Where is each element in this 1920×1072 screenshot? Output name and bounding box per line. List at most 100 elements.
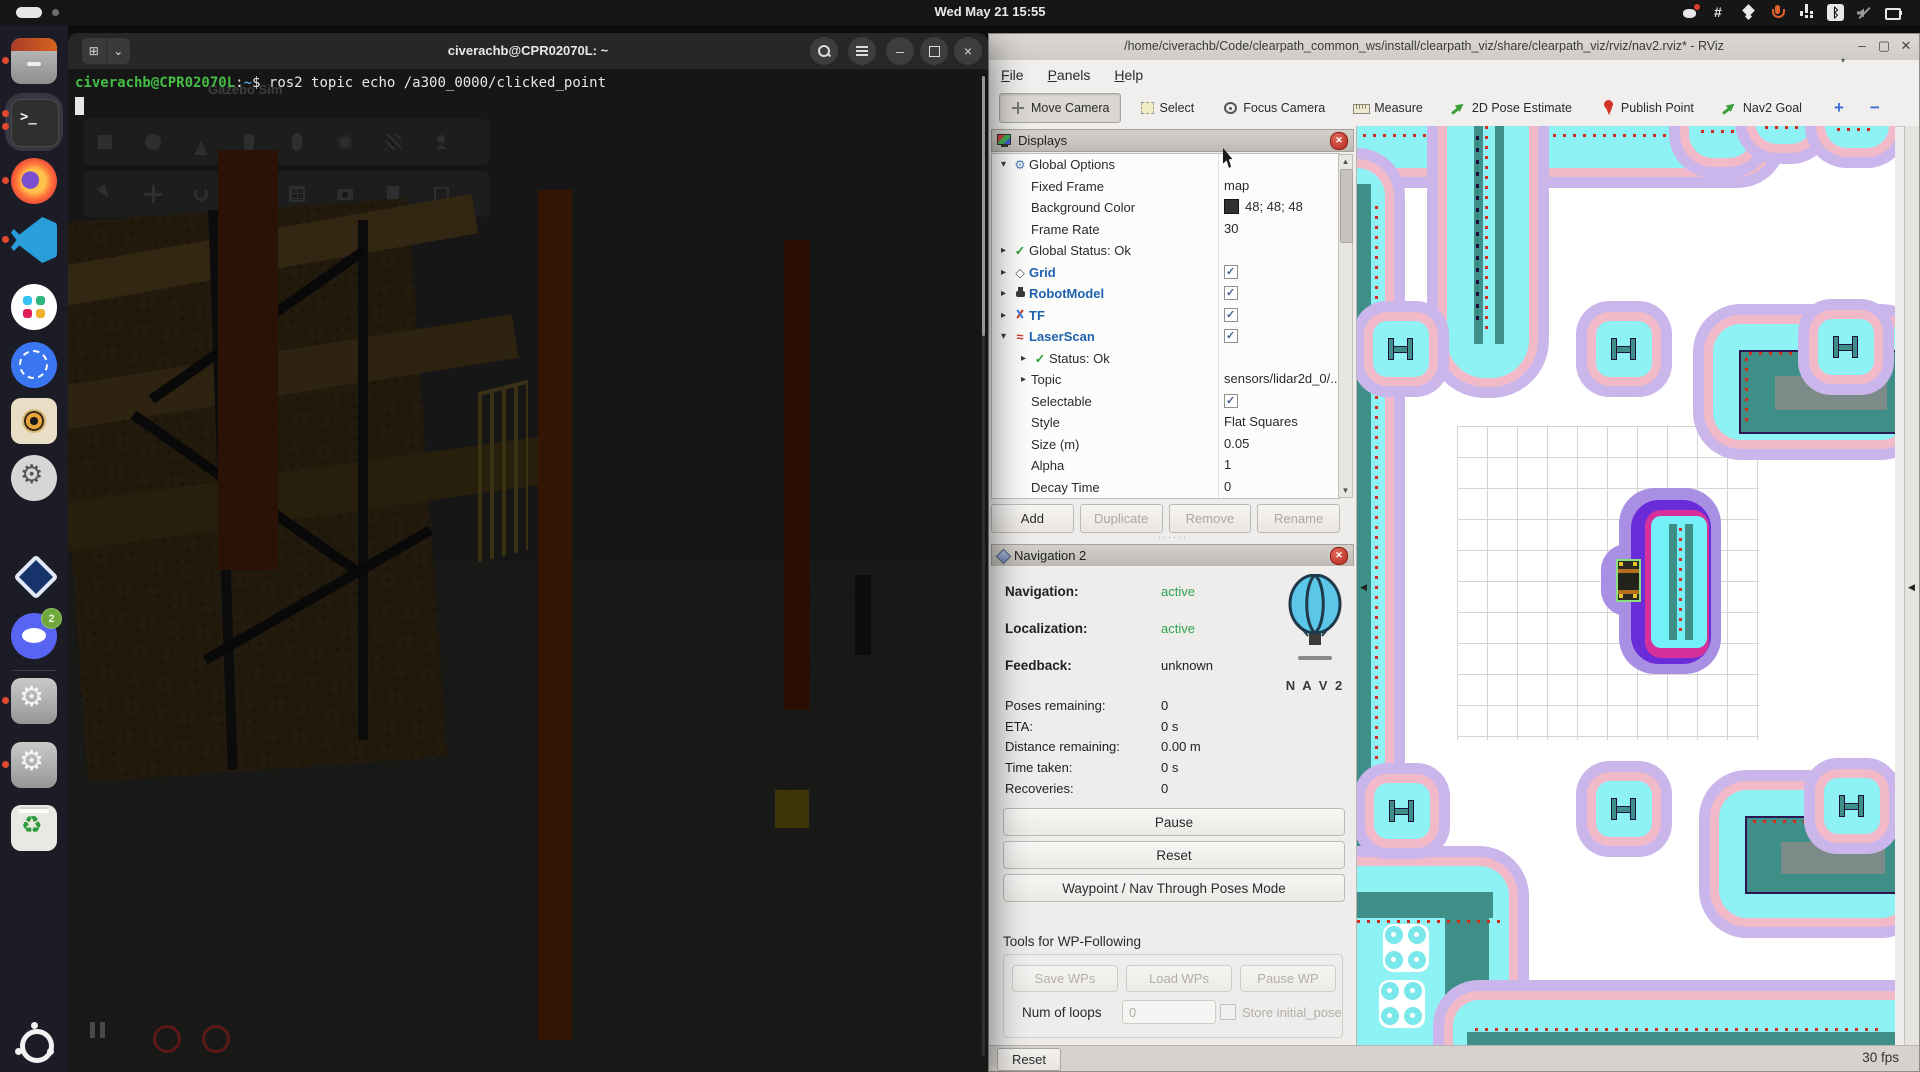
search-button[interactable] [810,37,838,65]
display-row-value[interactable]: 1 [1224,457,1231,472]
expander-closed-icon[interactable]: ▸ [1016,374,1031,385]
reset-button[interactable]: Reset [1003,841,1345,869]
displays-scrollbar[interactable]: ▲ ▼ [1338,154,1353,498]
terminal-window[interactable]: ⊞ ⌄ civerachb@CPR02070L: ~ – × Gazebo Si… [68,33,988,1072]
displays-scrollbar-thumb[interactable] [1340,169,1353,243]
dock-item-slack[interactable] [11,284,57,330]
workspace-dot[interactable] [52,9,59,16]
rviz-close-button[interactable]: ✕ [1897,38,1915,54]
display-row-value[interactable]: 0.05 [1224,436,1249,451]
tool-move-camera[interactable]: Move Camera [999,93,1121,123]
tool-nav2-goal[interactable]: Nav2 Goal [1712,94,1812,122]
menu-help[interactable]: Help [1114,67,1143,83]
dock-item-virtualbox[interactable] [11,552,57,598]
display-row[interactable]: Fixed Frame [992,176,1340,198]
display-row[interactable]: ▸◇Grid [992,262,1340,284]
checkbox-checked[interactable] [1224,286,1238,300]
dropbox-icon[interactable] [1740,4,1757,21]
menu-file[interactable]: File [1001,67,1024,83]
rviz-menubar[interactable]: File Panels Help [989,60,1919,91]
display-row-value[interactable]: 30 [1224,221,1238,236]
expander-closed-icon[interactable]: ▸ [996,245,1011,256]
dock-item-discord[interactable]: 2 [11,613,57,659]
display-row-value[interactable]: sensors/lidar2d_0/.. [1224,371,1337,386]
tool-focus-camera[interactable]: Focus Camera [1212,94,1335,122]
nav2-panel-header[interactable]: Navigation 2 ✕ [991,544,1354,567]
expander-closed-icon[interactable]: ▸ [996,310,1011,321]
terminal-body[interactable]: Gazebo Sim civerachb@CPR02070L:~$ ros2 t… [68,70,988,1072]
display-row-value[interactable] [1224,329,1238,343]
tool-select[interactable]: Select [1129,94,1205,122]
store-initial-pose-checkbox[interactable] [1220,1004,1236,1020]
nav2-close-icon[interactable]: ✕ [1330,547,1348,565]
remove-tool-button[interactable]: − [1870,98,1880,118]
collapse-left-panel-icon[interactable]: ◀ [1360,582,1367,593]
display-row-value[interactable]: 48; 48; 48 [1224,199,1303,214]
displays-panel-header[interactable]: Displays ✕ [991,129,1354,152]
displays-close-icon[interactable]: ✕ [1330,132,1348,150]
display-row-value[interactable] [1224,265,1238,279]
dock-item-firefox[interactable] [11,158,57,204]
display-row-value[interactable]: map [1224,178,1249,193]
checkbox-checked[interactable] [1224,308,1238,322]
scroll-up-icon[interactable]: ▲ [1339,157,1352,166]
expander-closed-icon[interactable]: ▸ [1016,353,1031,364]
display-row-value[interactable] [1224,308,1238,322]
dock-item-ros-gears[interactable] [11,455,57,501]
close-button[interactable]: × [954,37,982,65]
collapse-right-panel-icon[interactable]: ◀ [1908,582,1915,593]
display-row[interactable]: Decay Time [992,477,1340,499]
display-row[interactable]: ▾⚙Global Options [992,154,1340,176]
rviz-maximize-button[interactable]: ▢ [1875,38,1893,54]
terminal-titlebar[interactable]: ⊞ ⌄ civerachb@CPR02070L: ~ – × [68,33,988,70]
display-row-value[interactable]: Flat Squares [1224,414,1298,429]
dock-item-signal[interactable] [11,342,57,388]
display-row[interactable]: Frame Rate [992,219,1340,241]
microphone-icon[interactable] [1769,4,1786,21]
display-row[interactable]: Alpha [992,455,1340,477]
expander-open-icon[interactable]: ▾ [996,159,1011,170]
dock-item-mixer[interactable] [11,398,57,444]
maximize-button[interactable] [920,37,948,65]
volume-muted-icon[interactable] [1856,4,1873,21]
display-row-value[interactable] [1224,286,1238,300]
rviz-toolbar[interactable]: Move Camera SelectFocus Camera Measure 2D P… [989,90,1919,127]
tool-publish-point[interactable]: Publish Point [1590,94,1704,122]
panel-splitter[interactable]: ······ [989,532,1357,542]
menu-panels[interactable]: Panels [1048,67,1091,83]
display-row[interactable]: ▸RobotModel [992,283,1340,305]
views-panel-collapsed[interactable]: ◀ [1904,126,1919,1048]
menu-button[interactable] [848,37,876,65]
add-button[interactable]: Add [991,504,1074,533]
dock-item-files[interactable] [11,38,57,84]
rviz-titlebar[interactable]: /home/civerachb/Code/clearpath_common_ws… [989,34,1919,61]
displays-tree[interactable]: ▾⚙Global OptionsFixed FramemapBackground… [991,153,1340,499]
network-icon[interactable] [1798,4,1815,21]
display-row[interactable]: ▸✓Global Status: Ok [992,240,1340,262]
dock-item-ubuntu[interactable] [11,1020,57,1066]
checkbox-checked[interactable] [1224,265,1238,279]
bluetooth-icon[interactable] [1827,4,1844,21]
clock[interactable]: Wed May 21 15:55 [934,4,1045,19]
slack-icon[interactable] [1711,4,1728,21]
battery-icon[interactable] [1885,4,1902,21]
expander-open-icon[interactable]: ▾ [996,331,1011,342]
display-row-value[interactable]: 0 [1224,479,1231,494]
dock-item-trash[interactable] [11,805,57,851]
dock-item-settings-gear-1[interactable] [11,678,57,724]
rviz-minimize-button[interactable]: – [1853,38,1871,53]
display-row[interactable]: ▸✓Status: Ok [992,348,1340,370]
num-loops-input[interactable] [1122,1000,1216,1024]
minimize-button[interactable]: – [886,37,914,65]
toolbar-overflow-arrow[interactable]: ▾ [1841,56,1845,65]
workspace-indicator[interactable] [16,7,42,18]
checkbox-checked[interactable] [1224,394,1238,408]
add-tool-button[interactable]: + [1834,98,1844,118]
pause-button[interactable]: Pause [1003,808,1345,836]
display-row[interactable]: Size (m) [992,434,1340,456]
tool-measure[interactable]: Measure [1343,94,1433,122]
scroll-down-icon[interactable]: ▼ [1339,486,1352,495]
tool-pose-estimate[interactable]: 2D Pose Estimate [1441,94,1582,122]
display-row-value[interactable] [1224,394,1238,408]
display-row[interactable]: ▸TF [992,305,1340,327]
